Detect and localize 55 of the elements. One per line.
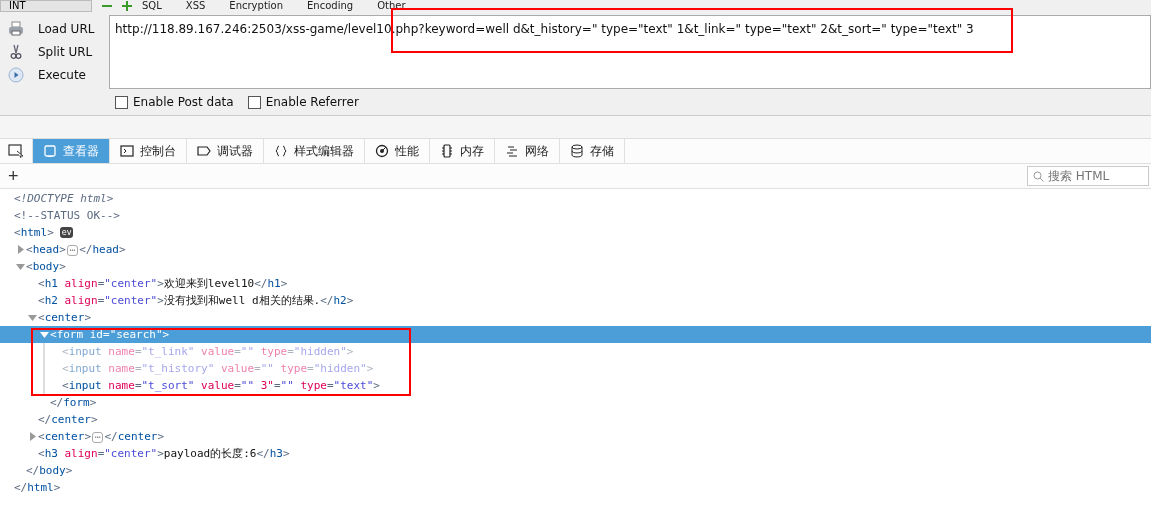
markup-line[interactable]: </body> [26,464,73,477]
markup-line[interactable]: <body> [26,260,66,273]
action-link[interactable]: Load URL [38,21,95,36]
devtools-tab[interactable]: 调试器 [187,139,264,163]
markup-line[interactable]: <html> [14,226,54,239]
tag-icon [197,144,211,158]
frame-icon [43,144,57,158]
checkbox[interactable] [115,95,128,109]
checkbox-label: Enable Referrer [265,95,359,109]
search-field[interactable]: 搜索 HTML [1027,166,1149,186]
markup-line[interactable]: <center> [38,311,91,324]
devtools-tab[interactable]: 网络 [495,139,560,163]
braces-icon [274,144,288,158]
markup-line[interactable]: <head> ⋯ </head> [26,243,126,256]
checkbox-label: Enable Post data [133,95,234,109]
scissors-icon[interactable] [8,43,24,60]
markup-line[interactable]: </center> [38,413,98,426]
memory-chip-icon [440,144,454,158]
devtools-tab[interactable]: 控制台 [110,139,187,163]
markup-line[interactable]: <!--STATUS OK--> [14,209,120,222]
devtools-tab[interactable]: 存储 [560,139,625,163]
search-icon [1033,171,1044,182]
menu-item[interactable]: XSS [185,1,206,11]
markup-line[interactable]: <!DOCTYPE html> [14,192,114,205]
menu-item[interactable]: SQL [142,1,162,11]
markup-line[interactable]: <h3 align="center">payload的长度:6</h3> [38,446,290,461]
devtools-tab[interactable]: 内存 [430,139,495,163]
event-badge[interactable]: ev [59,227,74,238]
devtools-tab[interactable]: 样式编辑器 [264,139,365,163]
printer-icon[interactable] [8,20,24,37]
markup-line[interactable]: <h2 align="center">没有找到和well d相关的结果.</h2> [38,293,354,308]
markup-line[interactable]: </form> [50,396,97,409]
action-link[interactable]: Split URL [38,44,93,59]
expanded-arrow-icon[interactable] [27,313,37,322]
checkbox[interactable] [247,95,261,109]
play-icon[interactable] [8,66,24,83]
int-dropdown[interactable]: INT [0,0,92,12]
devtools-tab[interactable]: 性能 [365,139,430,163]
expanded-arrow-icon[interactable] [39,330,49,339]
expanded-arrow-icon[interactable] [15,262,25,271]
collapsed-arrow-icon[interactable] [15,245,25,254]
menu-item[interactable]: Encoding [307,1,354,11]
console-icon [120,144,134,158]
database-icon [570,144,584,158]
add-node-button[interactable]: + [0,167,27,185]
action-link[interactable]: Execute [38,67,86,82]
collapsed-arrow-icon[interactable] [27,432,37,441]
lines-icon [505,144,519,158]
menu-item[interactable]: Encryption [229,1,284,11]
markup-line[interactable]: <h1 align="center">欢迎来到level10</h1> [38,276,288,291]
markup-line[interactable]: <input name="t_sort" value="" 3"="" type="text"> [62,379,380,392]
markup-line[interactable]: </html> [14,481,61,494]
plus-icon[interactable] [122,1,132,11]
gauge-icon [375,144,389,158]
markup-line[interactable]: <center> ⋯ </center> [38,430,165,443]
